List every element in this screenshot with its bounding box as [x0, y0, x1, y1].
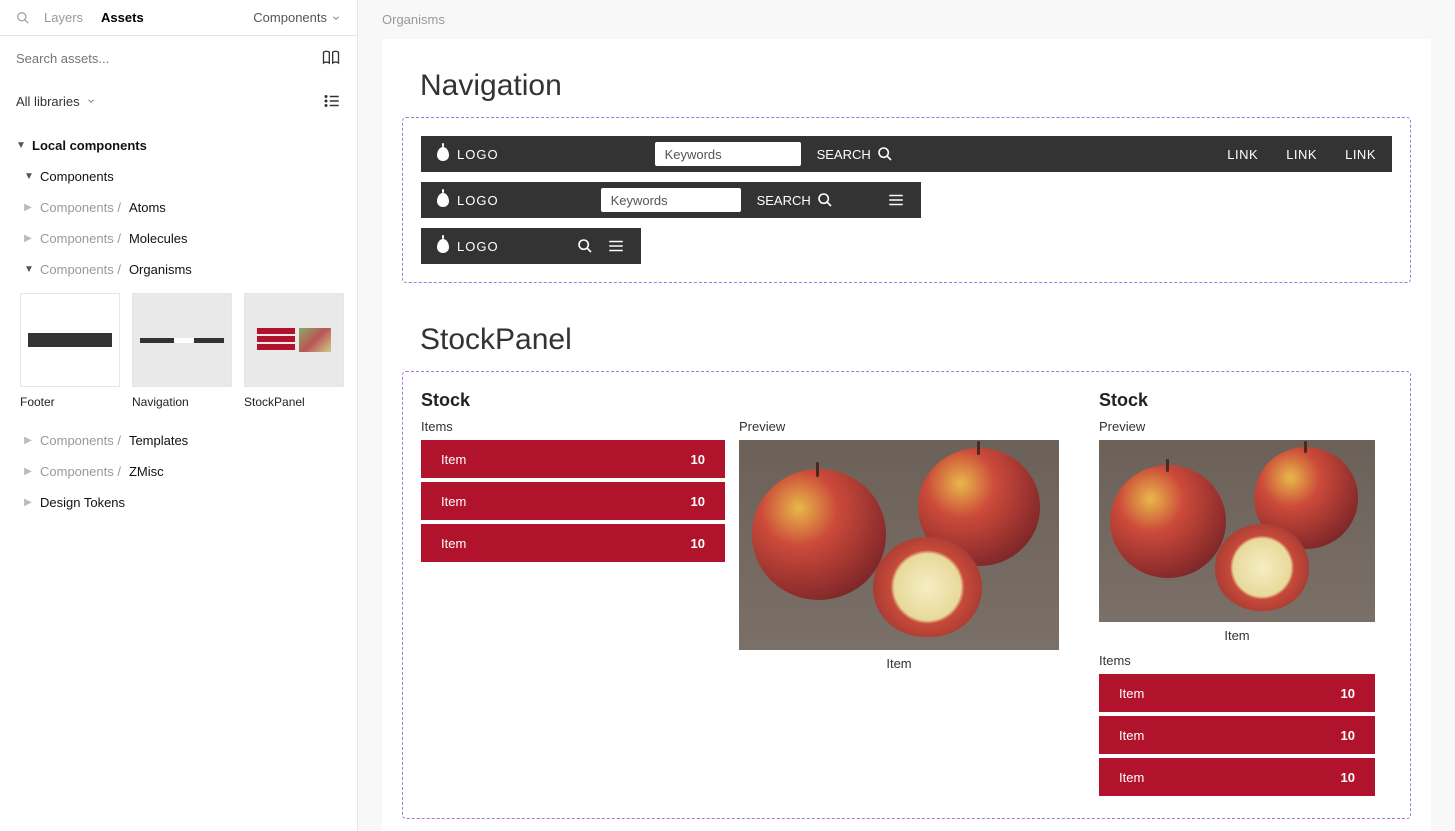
search-icon — [817, 192, 833, 208]
caret-right-icon: ▶ — [24, 497, 32, 508]
libraries-dropdown[interactable]: All libraries — [16, 94, 96, 109]
preview-caption: Item — [739, 656, 1059, 671]
tree-zmisc[interactable]: ▶ Components / ZMisc — [0, 456, 357, 487]
nav-link[interactable]: LINK — [1286, 147, 1317, 162]
canvas-page: Navigation LOGO Keywords SEARCH — [382, 39, 1431, 831]
tree-templates[interactable]: ▶ Components / Templates — [0, 425, 357, 456]
search-button[interactable]: SEARCH — [817, 146, 893, 162]
tab-assets[interactable]: Assets — [101, 10, 144, 25]
thumb-footer[interactable]: Footer — [20, 293, 120, 409]
caret-right-icon: ▶ — [24, 233, 32, 244]
pear-icon — [437, 147, 449, 161]
pear-icon — [437, 193, 449, 207]
items-label: Items — [421, 419, 725, 434]
filter-label: Components — [253, 10, 327, 25]
section-title-stockpanel: StockPanel — [420, 323, 1431, 357]
thumb-navigation[interactable]: Navigation — [132, 293, 232, 409]
preview-image — [1099, 440, 1375, 622]
search-icon[interactable] — [577, 238, 593, 254]
logo: LOGO — [437, 193, 499, 208]
breadcrumb: Organisms — [358, 0, 1455, 39]
stock-item-row[interactable]: Item 10 — [421, 524, 725, 562]
library-book-icon[interactable] — [321, 48, 341, 68]
filter-dropdown[interactable]: Components — [253, 10, 341, 25]
logo: LOGO — [437, 147, 499, 162]
preview-label: Preview — [739, 419, 1059, 434]
items-label: Items — [1099, 653, 1375, 668]
nav-links: LINK LINK LINK — [1227, 147, 1376, 162]
search-icon[interactable] — [16, 11, 30, 25]
tree-atoms[interactable]: ▶ Components / Atoms — [0, 192, 357, 223]
caret-down-icon: ▼ — [16, 140, 24, 151]
caret-right-icon: ▶ — [24, 202, 32, 213]
sidebar-tabs: Layers Assets Components — [0, 0, 357, 36]
pear-icon — [437, 239, 449, 253]
caret-down-icon: ▼ — [24, 171, 32, 182]
nav-bar-mobile[interactable]: LOGO — [421, 228, 641, 264]
nav-bar-tablet[interactable]: LOGO Keywords SEARCH — [421, 182, 921, 218]
stock-item-row[interactable]: Item 10 — [421, 482, 725, 520]
search-assets-row — [0, 36, 357, 80]
search-button[interactable]: SEARCH — [757, 192, 833, 208]
preview-caption: Item — [1099, 628, 1375, 643]
stockpanel-variant-horizontal[interactable]: Stock Items Item 10 Item 10 — [421, 390, 1059, 800]
libraries-label: All libraries — [16, 94, 80, 109]
thumb-stockpanel[interactable]: StockPanel — [244, 293, 344, 409]
assets-sidebar: Layers Assets Components All libraries — [0, 0, 358, 831]
caret-right-icon: ▶ — [24, 466, 32, 477]
hamburger-icon[interactable] — [607, 237, 625, 255]
nav-link[interactable]: LINK — [1345, 147, 1376, 162]
caret-right-icon: ▶ — [24, 435, 32, 446]
caret-down-icon: ▼ — [24, 264, 32, 275]
design-canvas[interactable]: Organisms Navigation LOGO Keywords SEARC… — [358, 0, 1455, 831]
tree-components[interactable]: ▼ Components — [0, 161, 357, 192]
keywords-input[interactable]: Keywords — [601, 188, 741, 212]
preview-label: Preview — [1099, 419, 1375, 434]
stock-item-row[interactable]: Item 10 — [421, 440, 725, 478]
keywords-input[interactable]: Keywords — [655, 142, 801, 166]
stockpanel-variant-vertical[interactable]: Stock Preview Item Items — [1099, 390, 1392, 800]
stock-item-row[interactable]: Item 10 — [1099, 674, 1375, 712]
component-thumbnails: Footer Navigation StockPanel — [0, 285, 357, 425]
panel-title: Stock — [421, 390, 1059, 411]
tree-design-tokens[interactable]: ▶ Design Tokens — [0, 487, 357, 518]
libraries-row: All libraries — [0, 80, 357, 122]
preview-image — [739, 440, 1059, 650]
search-icon — [877, 146, 893, 162]
list-view-icon[interactable] — [323, 92, 341, 110]
tab-layers[interactable]: Layers — [44, 10, 83, 25]
tree-local-components[interactable]: ▼ Local components — [0, 130, 357, 161]
search-assets-input[interactable] — [16, 51, 321, 66]
stock-item-row[interactable]: Item 10 — [1099, 716, 1375, 754]
component-tree: ▼ Local components ▼ Components ▶ Compon… — [0, 122, 357, 518]
logo: LOGO — [437, 239, 499, 254]
panel-title: Stock — [1099, 390, 1392, 411]
tree-organisms[interactable]: ▼ Components / Organisms — [0, 254, 357, 285]
nav-bar-desktop[interactable]: LOGO Keywords SEARCH LINK LINK LINK — [421, 136, 1392, 172]
tree-molecules[interactable]: ▶ Components / Molecules — [0, 223, 357, 254]
section-title-navigation: Navigation — [420, 69, 1431, 103]
frame-stockpanel[interactable]: Stock Items Item 10 Item 10 — [402, 371, 1411, 819]
stock-item-row[interactable]: Item 10 — [1099, 758, 1375, 796]
hamburger-icon[interactable] — [887, 191, 905, 209]
frame-navigation[interactable]: LOGO Keywords SEARCH LINK LINK LINK — [402, 117, 1411, 283]
nav-link[interactable]: LINK — [1227, 147, 1258, 162]
